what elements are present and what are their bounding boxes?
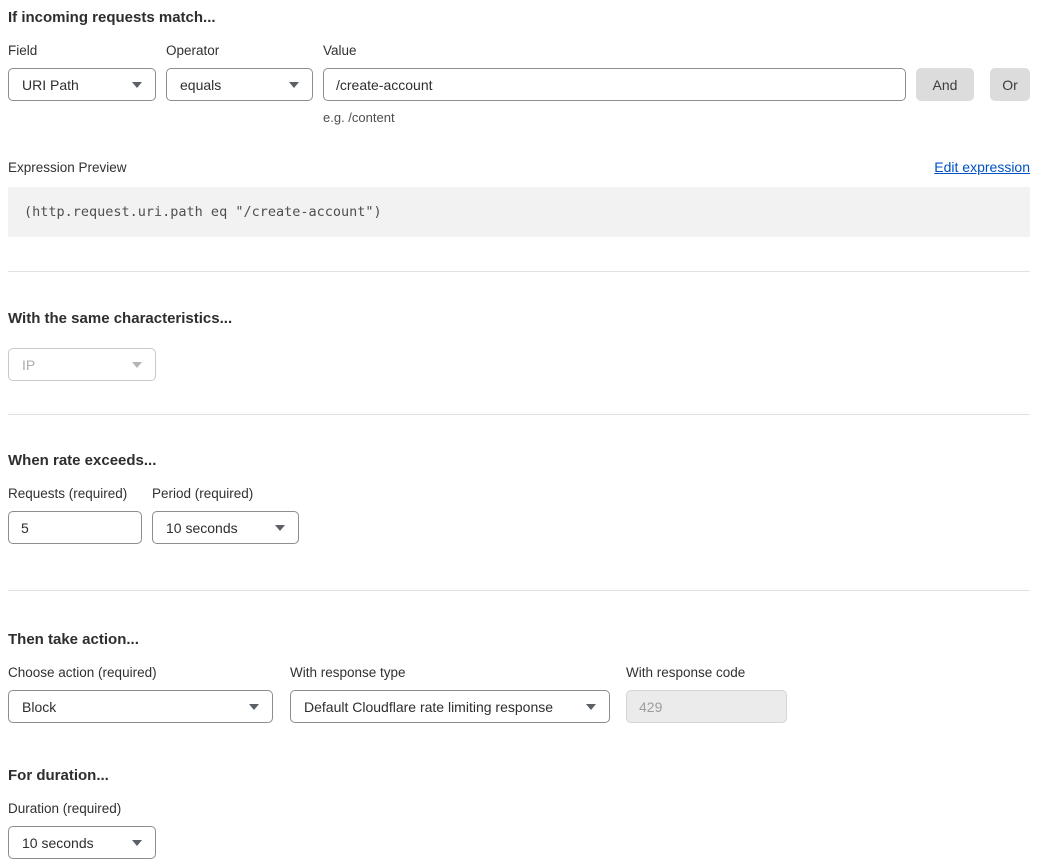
section-divider (8, 271, 1030, 272)
period-select[interactable]: 10 seconds (152, 511, 299, 544)
match-section-heading: If incoming requests match... (8, 8, 1030, 27)
choose-action-select[interactable]: Block (8, 690, 273, 723)
response-type-select-value: Default Cloudflare rate limiting respons… (304, 699, 553, 715)
value-hint: e.g. /content (323, 110, 906, 125)
field-select-value: URI Path (22, 77, 79, 93)
requests-input[interactable] (8, 511, 142, 544)
choose-action-select-value: Block (22, 699, 56, 715)
and-button[interactable]: And (916, 68, 974, 101)
duration-group: Duration (required) 10 seconds (8, 801, 1030, 859)
match-condition-row: Field URI Path Operator equals Value e.g… (8, 43, 1030, 125)
expression-preview-code: (http.request.uri.path eq "/create-accou… (8, 187, 1030, 237)
duration-select[interactable]: 10 seconds (8, 826, 156, 859)
rate-section-heading: When rate exceeds... (8, 451, 1030, 470)
period-group: Period (required) 10 seconds (152, 486, 299, 544)
value-group: Value e.g. /content (323, 43, 906, 125)
requests-group: Requests (required) (8, 486, 142, 544)
operator-group: Operator equals (166, 43, 313, 101)
chevron-down-icon (132, 840, 142, 846)
value-label: Value (323, 43, 906, 58)
field-select[interactable]: URI Path (8, 68, 156, 101)
characteristics-section-heading: With the same characteristics... (8, 309, 1030, 328)
operator-select-value: equals (180, 77, 221, 93)
rate-limiting-rule-form: If incoming requests match... Field URI … (0, 0, 1048, 867)
or-button[interactable]: Or (990, 68, 1030, 101)
response-code-input (626, 690, 787, 723)
period-select-value: 10 seconds (166, 520, 238, 536)
choose-action-group: Choose action (required) Block (8, 665, 273, 723)
response-code-label: With response code (626, 665, 787, 680)
choose-action-label: Choose action (required) (8, 665, 273, 680)
duration-section-heading: For duration... (8, 766, 1030, 785)
duration-select-value: 10 seconds (22, 835, 94, 851)
response-code-group: With response code (626, 665, 787, 723)
rate-row: Requests (required) Period (required) 10… (8, 486, 1030, 544)
chevron-down-icon (249, 704, 259, 710)
chevron-down-icon (132, 362, 142, 368)
operator-select[interactable]: equals (166, 68, 313, 101)
chevron-down-icon (132, 82, 142, 88)
expression-preview-label: Expression Preview (8, 160, 127, 175)
field-label: Field (8, 43, 156, 58)
chevron-down-icon (586, 704, 596, 710)
response-type-label: With response type (290, 665, 610, 680)
field-group: Field URI Path (8, 43, 156, 101)
expression-preview-header: Expression Preview Edit expression (8, 160, 1030, 175)
duration-label: Duration (required) (8, 801, 1030, 816)
action-section-heading: Then take action... (8, 630, 1030, 649)
action-row: Choose action (required) Block With resp… (8, 665, 1030, 723)
requests-label: Requests (required) (8, 486, 142, 501)
response-type-select[interactable]: Default Cloudflare rate limiting respons… (290, 690, 610, 723)
value-input[interactable] (323, 68, 906, 101)
section-divider (8, 590, 1030, 591)
section-divider (8, 414, 1030, 415)
chevron-down-icon (289, 82, 299, 88)
operator-label: Operator (166, 43, 313, 58)
period-label: Period (required) (152, 486, 299, 501)
characteristic-select: IP (8, 348, 156, 381)
chevron-down-icon (275, 525, 285, 531)
edit-expression-link[interactable]: Edit expression (934, 160, 1030, 175)
response-type-group: With response type Default Cloudflare ra… (290, 665, 610, 723)
characteristic-select-value: IP (22, 357, 35, 373)
